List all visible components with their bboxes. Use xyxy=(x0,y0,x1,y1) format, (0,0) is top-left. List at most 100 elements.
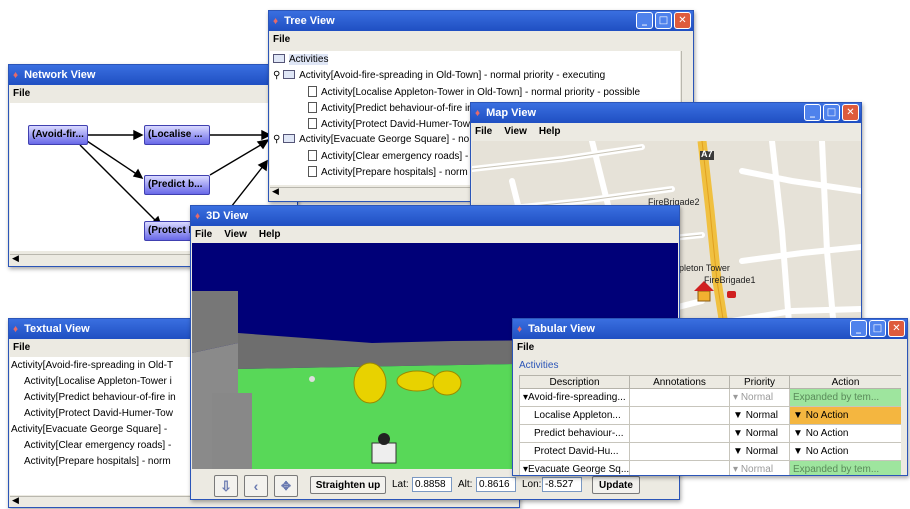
alt-label: Alt: xyxy=(458,479,473,490)
window-title: Tabular View xyxy=(528,323,595,335)
dropdown-icon: ▾ xyxy=(733,464,741,475)
window-title: Network View xyxy=(24,69,96,81)
menu-help[interactable]: Help xyxy=(259,229,281,240)
lon-label: Lon: xyxy=(522,479,542,490)
text-line: Activity[Clear emergency roads] - xyxy=(24,440,172,451)
update-button[interactable]: Update xyxy=(592,476,640,494)
column-header-description[interactable]: Description xyxy=(519,375,630,389)
table-row[interactable]: ▾Evacuate George Sq... ▾ Normal Expanded… xyxy=(519,460,901,475)
network-node-avoid[interactable]: (Avoid-fir... xyxy=(28,125,88,145)
folder-icon xyxy=(283,134,296,143)
dropdown-icon: ▼ xyxy=(733,428,746,439)
straighten-up-button[interactable]: Straighten up xyxy=(310,476,386,494)
menu-file[interactable]: File xyxy=(13,342,30,353)
scroll-left-icon[interactable]: ◀ xyxy=(272,187,279,197)
folder-icon xyxy=(283,70,296,79)
section-label: Activities xyxy=(519,360,559,371)
window-controls: _ □ ✕ xyxy=(804,104,859,121)
table-row[interactable]: Predict behaviour-... ▼ Normal ▼ No Acti… xyxy=(519,424,901,443)
lat-field[interactable]: 0.8858 xyxy=(412,477,452,492)
tree-root[interactable]: Activities xyxy=(273,54,329,65)
column-header-annotations[interactable]: Annotations xyxy=(629,375,730,389)
document-icon xyxy=(308,102,317,113)
close-icon[interactable]: ✕ xyxy=(842,104,859,121)
window-title: 3D View xyxy=(206,210,249,222)
java-icon: ♦ xyxy=(475,107,481,119)
minimize-icon[interactable]: _ xyxy=(804,104,821,121)
expand-handle-icon[interactable]: ⚲ xyxy=(273,70,283,81)
minimize-icon[interactable]: _ xyxy=(636,12,653,29)
menu-bar: File xyxy=(269,31,693,48)
document-icon xyxy=(308,150,317,161)
document-icon xyxy=(308,166,317,177)
network-node-protect[interactable]: (Protect D xyxy=(144,221,196,241)
text-line: Activity[Avoid-fire-spreading in Old-T xyxy=(11,360,174,371)
scroll-left-icon[interactable]: ◀ xyxy=(12,254,19,264)
close-icon[interactable]: ✕ xyxy=(888,320,905,337)
java-icon: ♦ xyxy=(13,69,19,81)
tabular-view-titlebar[interactable]: ♦ Tabular View _ □ ✕ xyxy=(513,319,907,339)
java-icon: ♦ xyxy=(517,323,523,335)
menu-view[interactable]: View xyxy=(224,229,247,240)
alt-field[interactable]: 0.8616 xyxy=(476,477,516,492)
activities-table: Description Annotations Priority Action … xyxy=(519,375,901,475)
dropdown-icon: ▼ xyxy=(733,446,746,457)
table-row[interactable]: Localise Appleton... ▼ Normal ▼ No Actio… xyxy=(519,406,901,425)
maximize-icon[interactable]: □ xyxy=(869,320,886,337)
expand-handle-icon[interactable]: ⚲ xyxy=(273,134,283,145)
java-icon: ♦ xyxy=(13,323,19,335)
activities-table-container: Description Annotations Priority Action … xyxy=(519,375,901,475)
dropdown-icon: ▼ xyxy=(733,410,746,421)
dropdown-icon: ▼ xyxy=(793,446,806,457)
minimize-icon[interactable]: _ xyxy=(850,320,867,337)
lon-field[interactable]: -8.527 xyxy=(542,477,582,492)
network-view-titlebar[interactable]: ♦ Network View xyxy=(9,65,297,85)
pan-button[interactable]: ✥ xyxy=(274,475,298,497)
tree-item[interactable]: ⚲ Activity[Evacuate George Square] - no xyxy=(273,134,469,145)
table-row[interactable]: Protect David-Hu... ▼ Normal ▼ No Action xyxy=(519,442,901,461)
window-controls: _ □ ✕ xyxy=(850,320,905,337)
dropdown-icon: ▾ xyxy=(733,392,741,403)
maximize-icon[interactable]: □ xyxy=(655,12,672,29)
window-title: Tree View xyxy=(284,15,335,27)
column-header-priority[interactable]: Priority xyxy=(729,375,790,389)
tree-item[interactable]: Activity[Protect David-Humer-Tower xyxy=(308,118,479,130)
menu-file[interactable]: File xyxy=(475,126,492,137)
window-controls: _ □ ✕ xyxy=(636,12,691,29)
network-node-predict[interactable]: (Predict b... xyxy=(144,175,210,195)
tree-item[interactable]: ⚲ Activity[Avoid-fire-spreading in Old-T… xyxy=(273,70,605,81)
map-label-road: A7 xyxy=(701,149,713,159)
lat-label: Lat: xyxy=(392,479,409,490)
window-title: Map View xyxy=(486,107,537,119)
move-down-button[interactable]: ⇩ xyxy=(214,475,238,497)
tree-item[interactable]: Activity[Localise Appleton-Tower in Old-… xyxy=(308,86,640,98)
tree-view-titlebar[interactable]: ♦ Tree View _ □ ✕ xyxy=(269,11,693,31)
close-icon[interactable]: ✕ xyxy=(674,12,691,29)
text-line: Activity[Localise Appleton-Tower i xyxy=(24,376,172,387)
menu-file[interactable]: File xyxy=(273,34,290,45)
table-row[interactable]: ▾Avoid-fire-spreading... ▾ Normal Expand… xyxy=(519,388,901,407)
map-label-firebrigade1: FireBrigade1 xyxy=(704,275,756,285)
move-back-button[interactable]: ‹ xyxy=(244,475,268,497)
tree-item[interactable]: Activity[Predict behaviour-of-fire in xyxy=(308,102,473,114)
menu-help[interactable]: Help xyxy=(539,126,561,137)
tabular-view-window: ♦ Tabular View _ □ ✕ File Activities Des… xyxy=(512,318,908,476)
menu-bar: File View Help xyxy=(191,226,679,243)
scroll-left-icon[interactable]: ◀ xyxy=(12,496,19,506)
maximize-icon[interactable]: □ xyxy=(823,104,840,121)
map-view-titlebar[interactable]: ♦ Map View _ □ ✕ xyxy=(471,103,861,123)
window-title: Textual View xyxy=(24,323,90,335)
menu-file[interactable]: File xyxy=(517,342,534,353)
text-line: Activity[Evacuate George Square] - xyxy=(11,424,168,435)
column-header-action[interactable]: Action xyxy=(789,375,901,389)
dropdown-icon: ▼ xyxy=(793,410,806,421)
menu-file[interactable]: File xyxy=(195,229,212,240)
network-node-localise[interactable]: (Localise ... xyxy=(144,125,210,145)
tree-item[interactable]: Activity[Prepare hospitals] - norm xyxy=(308,166,468,178)
3d-view-titlebar[interactable]: ♦ 3D View xyxy=(191,206,679,226)
menu-view[interactable]: View xyxy=(504,126,527,137)
menu-file[interactable]: File xyxy=(13,88,30,99)
folder-icon xyxy=(273,54,285,63)
tree-item[interactable]: Activity[Clear emergency roads] - xyxy=(308,150,468,162)
text-line: Activity[Predict behaviour-of-fire in xyxy=(24,392,176,403)
